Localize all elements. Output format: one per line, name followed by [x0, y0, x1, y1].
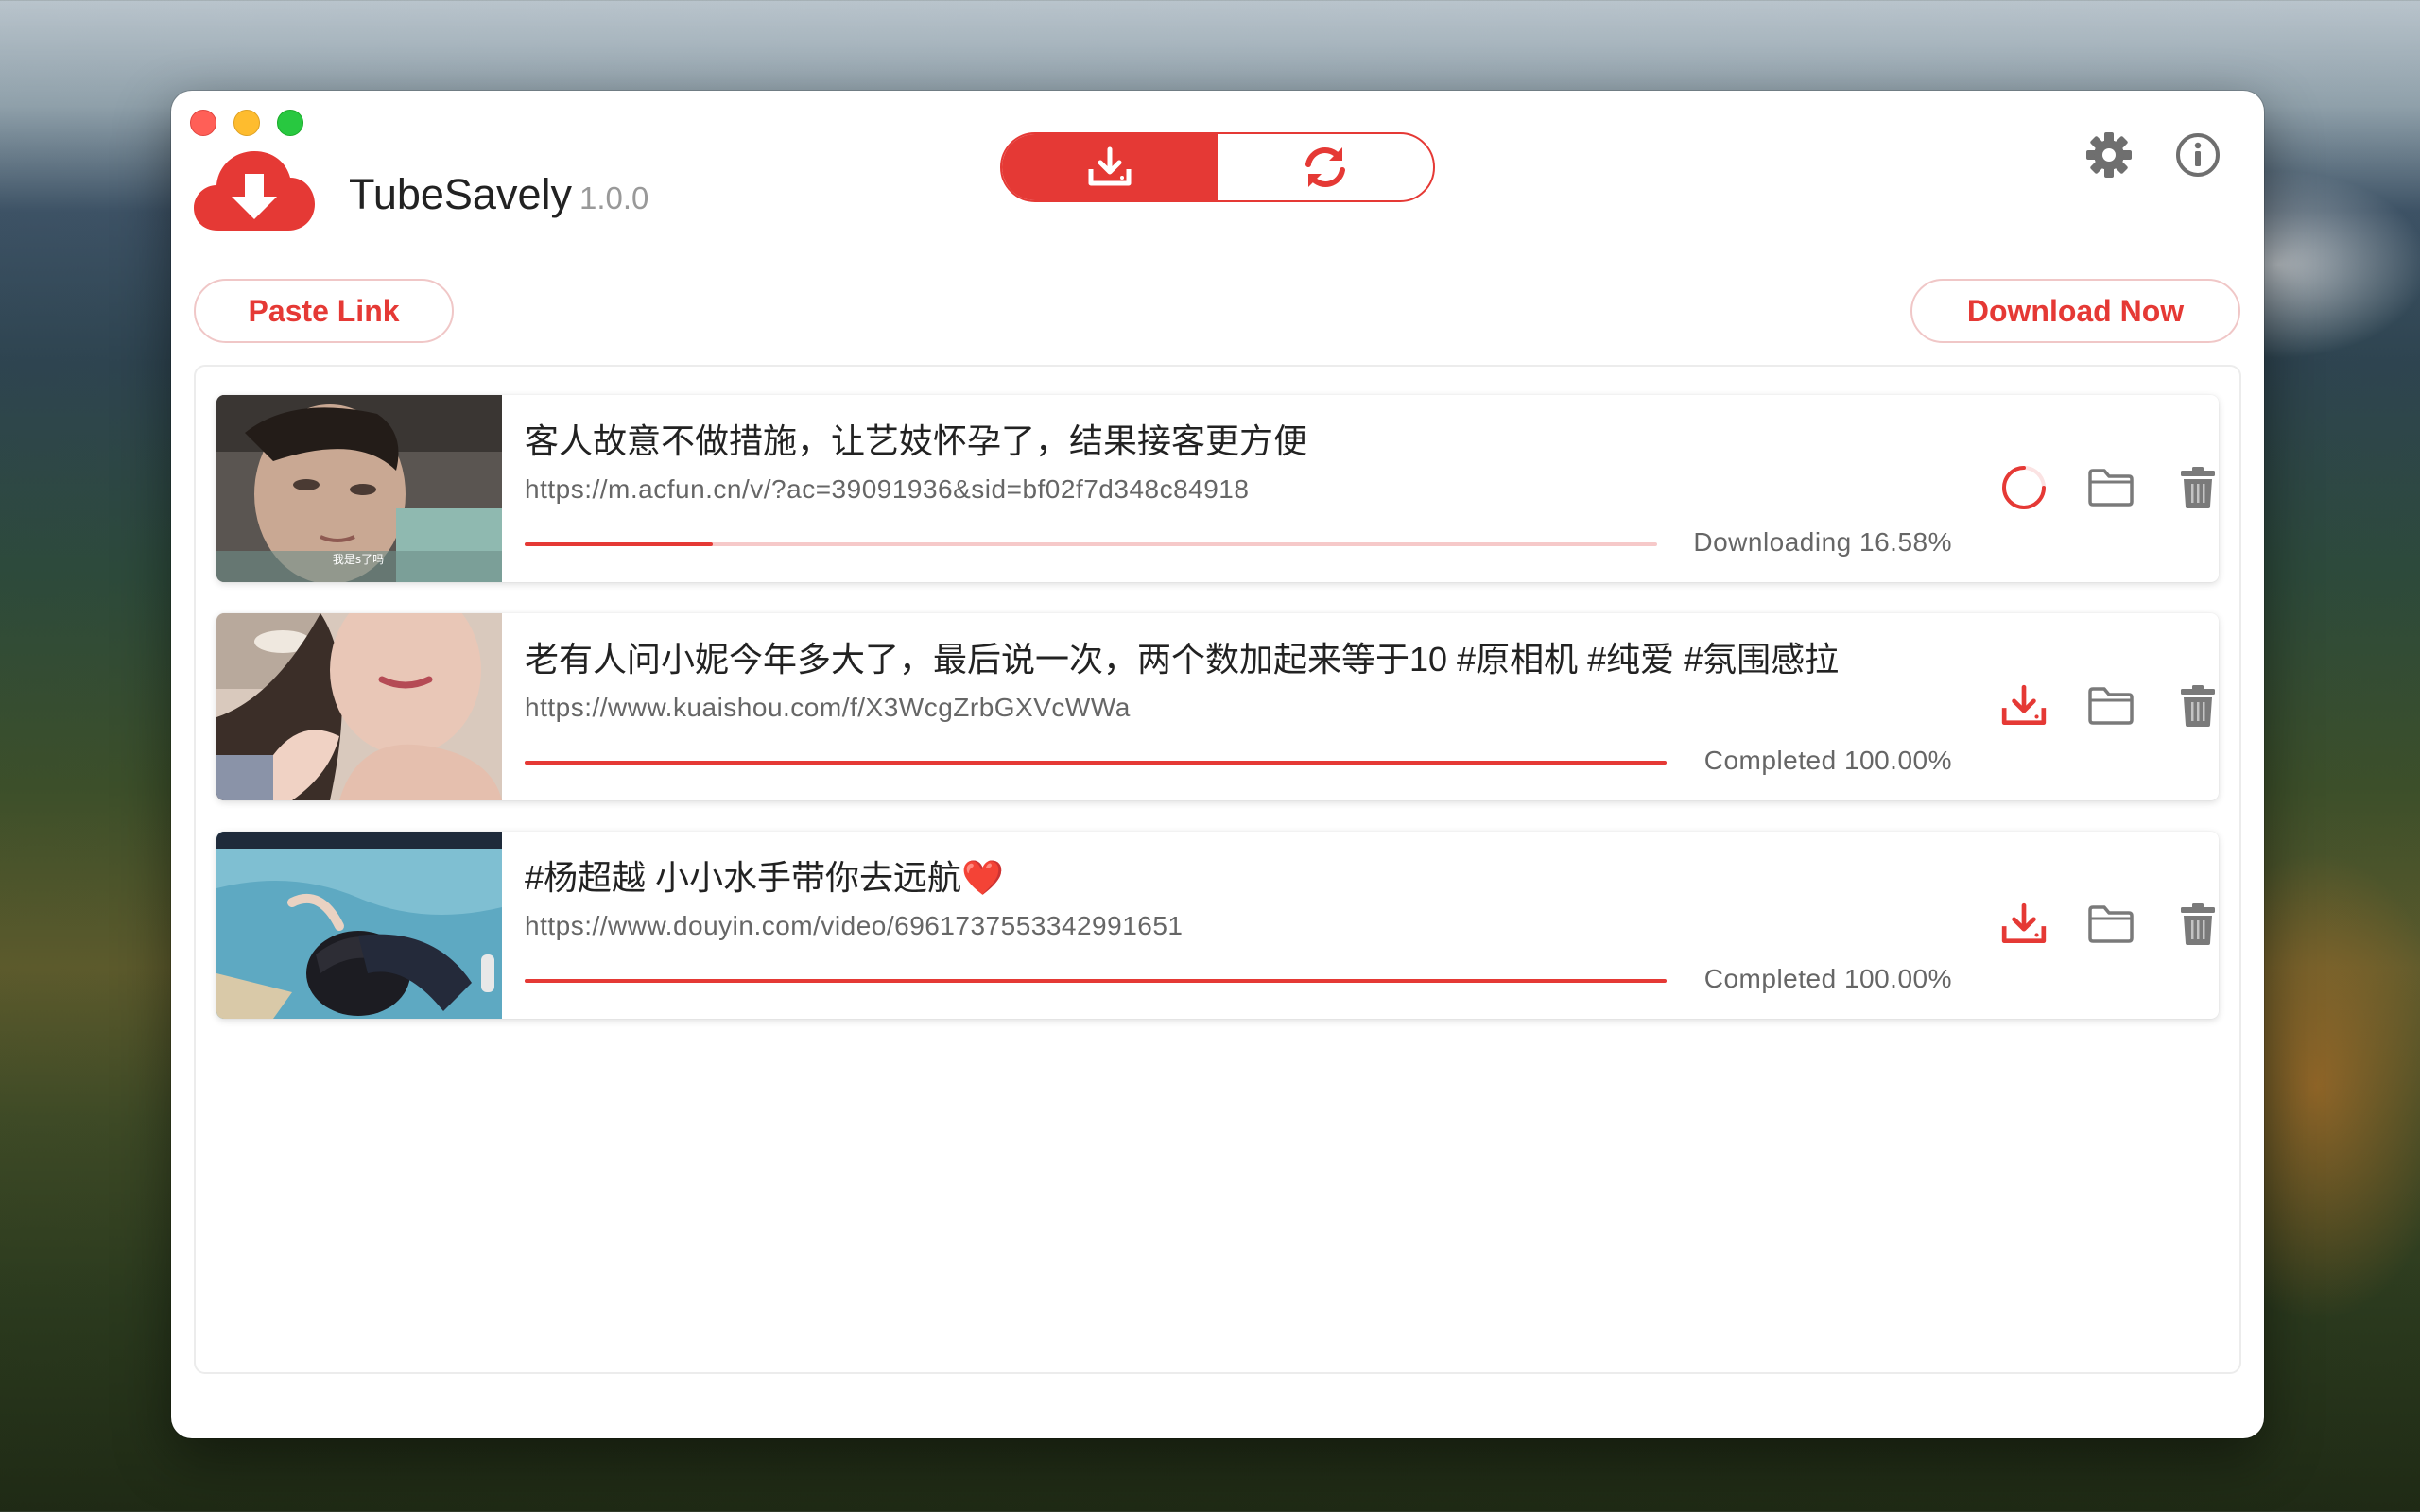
video-url: https://www.kuaishou.com/f/X3WcgZrbGXVcW… — [525, 693, 1131, 722]
download-list: 我是s了吗 客人故意不做措施，让艺妓怀孕了，结果接客更方便 https://m.… — [194, 365, 2241, 1374]
open-folder-button[interactable] — [2083, 459, 2139, 516]
video-url: https://m.acfun.cn/v/?ac=39091936&sid=bf… — [525, 474, 1250, 504]
app-window: TubeSavely 1.0.0 Paste Link Download Now… — [171, 91, 2264, 1438]
save-video-button[interactable] — [1996, 678, 2052, 734]
about-button[interactable] — [2171, 129, 2224, 181]
video-thumbnail[interactable]: 我是s了吗 — [216, 395, 502, 582]
thumbnail-caption: 我是s了吗 — [333, 553, 384, 566]
folder-icon — [2088, 905, 2134, 943]
thumbnail-image: 我是s了吗 — [216, 395, 502, 582]
info-icon — [2176, 133, 2220, 177]
gear-icon — [2086, 132, 2132, 178]
download-item: 我是s了吗 客人故意不做措施，让艺妓怀孕了，结果接客更方便 https://m.… — [216, 395, 2219, 582]
progress-fill — [525, 542, 713, 546]
video-thumbnail[interactable] — [216, 832, 502, 1019]
trash-icon — [2181, 903, 2215, 945]
video-url: https://www.douyin.com/video/69617375533… — [525, 911, 1184, 940]
settings-button[interactable] — [2083, 129, 2135, 181]
sync-icon — [1305, 147, 1345, 187]
open-folder-button[interactable] — [2083, 896, 2139, 953]
thumbnail-image — [216, 832, 502, 1019]
tab-downloads[interactable] — [1002, 134, 1218, 200]
download-tray-icon — [2001, 684, 2047, 726]
paste-link-button[interactable]: Paste Link — [194, 279, 454, 343]
progress-fill — [525, 979, 1667, 983]
loading-spinner-icon — [2002, 466, 2046, 509]
progress-fill — [525, 761, 1667, 765]
app-version: 1.0.0 — [579, 180, 649, 215]
progress-track — [525, 761, 1667, 765]
mode-switch — [1000, 132, 1435, 202]
trash-icon — [2181, 467, 2215, 508]
progress-track — [525, 542, 1657, 546]
progress-track — [525, 979, 1667, 983]
video-thumbnail[interactable] — [216, 613, 502, 800]
app-name: TubeSavely — [349, 170, 572, 218]
download-item: 老有人问小妮今年多大了，最后说一次，两个数加起来等于10 #原相机 #纯爱 #氛… — [216, 613, 2219, 800]
thumbnail-image — [216, 613, 502, 800]
app-title: TubeSavely 1.0.0 — [349, 170, 648, 219]
delete-button[interactable] — [2169, 896, 2219, 953]
download-item: #杨超越 小小水手带你去远航❤️ https://www.douyin.com/… — [216, 832, 2219, 1019]
open-folder-button[interactable] — [2083, 678, 2139, 734]
video-title: #杨超越 小小水手带你去远航❤️ — [525, 858, 1004, 897]
download-status: Downloading 16.58% — [1693, 527, 1952, 557]
minimize-window-button[interactable] — [233, 110, 260, 136]
cloud-download-logo-icon — [194, 151, 315, 231]
download-status: Completed 100.00% — [1703, 964, 1952, 993]
close-window-button[interactable] — [190, 110, 216, 136]
tab-convert[interactable] — [1218, 134, 1433, 200]
download-tray-icon — [1088, 146, 1132, 186]
download-status: Completed 100.00% — [1703, 746, 1952, 775]
zoom-window-button[interactable] — [277, 110, 303, 136]
download-spinner — [1996, 459, 2052, 516]
folder-icon — [2088, 687, 2134, 725]
video-title: 客人故意不做措施，让艺妓怀孕了，结果接客更方便 — [525, 421, 1308, 460]
delete-button[interactable] — [2169, 678, 2219, 734]
download-tray-icon — [2001, 902, 2047, 944]
folder-icon — [2088, 469, 2134, 507]
delete-button[interactable] — [2169, 459, 2219, 516]
download-now-button[interactable]: Download Now — [1910, 279, 2240, 343]
video-title: 老有人问小妮今年多大了，最后说一次，两个数加起来等于10 #原相机 #纯爱 #氛… — [525, 640, 1840, 679]
trash-icon — [2181, 685, 2215, 727]
save-video-button[interactable] — [1996, 896, 2052, 953]
